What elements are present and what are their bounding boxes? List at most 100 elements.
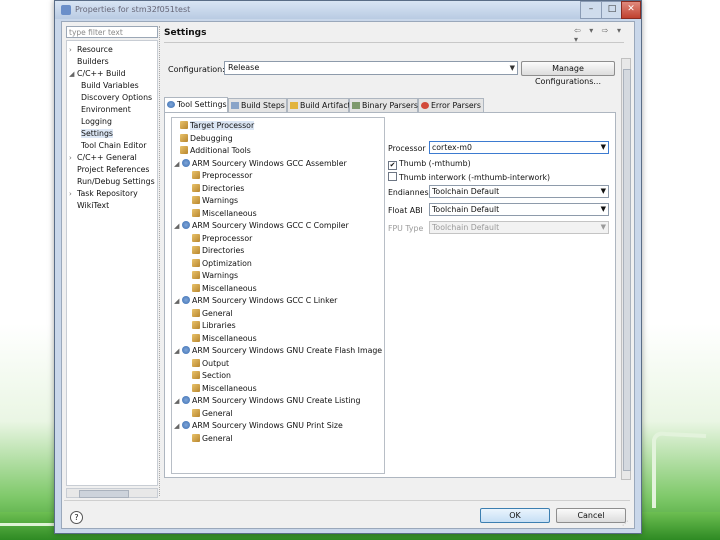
tab-binary-parsers[interactable]: Binary Parsers [349,98,418,112]
settings-leaf-icon [192,283,200,292]
nav-item-builders[interactable]: Builders [69,57,109,66]
ok-button[interactable]: OK [480,508,550,523]
thumb-interwork-checkbox[interactable]: Thumb interwork (-mthumb-interwork) [388,172,550,182]
tree-item-listing-general[interactable]: General [192,408,233,418]
float-abi-select[interactable]: Toolchain Default ▼ [429,203,609,216]
maximize-button[interactable]: □ [601,1,623,19]
cancel-button[interactable]: Cancel [556,508,626,523]
chevron-down-icon: ▼ [600,223,606,231]
settings-leaf-icon [192,171,200,179]
dialog-content: type filter text › Resource Builders ◢ C/C… [61,21,635,529]
configuration-select[interactable]: Release ▼ [224,61,518,75]
collapse-arrow-icon[interactable]: ◢ [174,397,182,405]
collapse-arrow-icon[interactable]: ◢ [174,347,182,355]
panel-divider[interactable] [159,26,163,496]
expand-arrow-icon[interactable]: › [69,190,77,198]
error-parsers-icon [421,102,429,109]
tree-item-debugging[interactable]: Debugging [180,133,233,143]
filter-input[interactable]: type filter text [66,26,158,38]
tree-item-assembler-preprocessor[interactable]: Preprocessor [192,171,252,180]
tool-icon [182,158,190,167]
scrollbar-thumb[interactable] [623,69,631,471]
tree-item-compiler-preprocessor[interactable]: Preprocessor [192,233,252,243]
settings-leaf-icon [192,321,200,329]
page-title: Settings [164,28,207,38]
nav-item-tool-chain-editor[interactable]: Tool Chain Editor [81,141,146,150]
tool-settings-tree: Target Processor Debugging Additional To… [171,117,385,474]
tree-item-create-listing[interactable]: ◢ ARM Sourcery Windows GNU Create Listing [174,396,360,405]
nav-item-wikitext[interactable]: WikiText [69,201,109,210]
tree-item-compiler-warnings[interactable]: Warnings [192,271,238,280]
tree-item-print-size[interactable]: ◢ ARM Sourcery Windows GNU Print Size [174,421,343,430]
nav-item-cpp-build[interactable]: ◢ C/C++ Build [69,69,126,78]
chevron-down-icon: ▼ [600,143,606,151]
processor-select[interactable]: cortex-m0 ▼ [429,141,609,154]
tree-item-compiler-miscellaneous[interactable]: Miscellaneous [192,283,257,293]
endianness-select[interactable]: Toolchain Default ▼ [429,185,609,198]
processor-label: Processor [388,144,426,153]
nav-item-logging[interactable]: Logging [81,117,112,126]
nav-item-settings[interactable]: Settings [81,129,113,138]
tab-tool-settings[interactable]: Tool Settings [164,97,228,112]
nav-item-cpp-general[interactable]: › C/C++ General [69,153,137,162]
close-button[interactable]: ✕ [621,1,641,19]
tree-item-linker-general[interactable]: General [192,308,233,318]
checkbox-checked-icon[interactable]: ✔ [388,161,397,170]
tab-build-artifact[interactable]: Build Artifact [287,98,351,112]
tree-item-additional-tools[interactable]: Additional Tools [180,146,251,155]
tree-item-compiler-optimization[interactable]: Optimization [192,258,252,268]
scrollbar-thumb[interactable] [79,490,129,498]
thumb-checkbox[interactable]: ✔ Thumb (-mthumb) [388,159,471,170]
help-icon[interactable]: ? [70,511,83,524]
tree-item-target-processor[interactable]: Target Processor [180,121,255,130]
collapse-arrow-icon[interactable]: ◢ [174,222,182,230]
nav-item-resource[interactable]: › Resource [69,45,113,54]
tab-build-steps[interactable]: Build Steps [228,98,287,112]
chevron-down-icon: ▼ [509,64,515,72]
tool-icon [182,346,190,354]
tree-item-assembler-miscellaneous[interactable]: Miscellaneous [192,208,257,218]
collapse-arrow-icon[interactable]: ◢ [174,297,182,305]
tree-item-compiler-directories[interactable]: Directories [192,246,244,255]
tree-item-gcc-assembler[interactable]: ◢ ARM Sourcery Windows GCC Assembler [174,158,347,168]
endianness-label: Endianness [388,188,433,197]
float-abi-label: Float ABI [388,206,423,215]
nav-item-build-variables[interactable]: Build Variables [81,81,139,90]
tool-icon [182,221,190,229]
collapse-arrow-icon[interactable]: ◢ [174,422,182,430]
nav-item-environment[interactable]: Environment [81,105,131,114]
expand-arrow-icon[interactable]: › [69,154,77,162]
binary-parsers-icon [352,102,360,109]
tree-item-print-size-general[interactable]: General [192,433,233,443]
tree-item-flash-section[interactable]: Section [192,371,231,380]
nav-item-project-references[interactable]: Project References [69,165,149,174]
build-artifact-icon [290,102,298,109]
tree-item-linker-libraries[interactable]: Libraries [192,321,236,330]
tree-item-assembler-warnings[interactable]: Warnings [192,196,238,205]
collapse-arrow-icon[interactable]: ◢ [174,160,182,168]
tree-item-flash-miscellaneous[interactable]: Miscellaneous [192,383,257,393]
collapse-arrow-icon[interactable]: ◢ [69,70,77,78]
tree-item-flash-output[interactable]: Output [192,358,229,368]
resize-grip-icon[interactable]: ⋰ [622,520,628,527]
tool-settings-icon [167,101,175,108]
minimize-button[interactable]: – [580,1,602,19]
nav-item-task-repository[interactable]: › Task Repository [69,189,138,198]
fpu-type-select: Toolchain Default ▼ [429,221,609,234]
tab-error-parsers[interactable]: Error Parsers [418,98,484,112]
tree-item-gcc-c-linker[interactable]: ◢ ARM Sourcery Windows GCC C Linker [174,296,337,305]
settings-leaf-icon [192,233,200,242]
desktop-hook-graphic [652,431,707,508]
page-vertical-scrollbar[interactable] [621,58,631,480]
tree-item-linker-miscellaneous[interactable]: Miscellaneous [192,333,257,343]
manage-configurations-button[interactable]: Manage Configurations... [521,61,615,86]
checkbox-unchecked-icon[interactable] [388,172,397,181]
dialog-titlebar[interactable]: Properties for stm32f051test – □ ✕ [55,1,641,19]
tree-item-assembler-directories[interactable]: Directories [192,183,244,193]
nav-item-discovery-options[interactable]: Discovery Options [81,93,152,102]
tree-item-gcc-c-compiler[interactable]: ◢ ARM Sourcery Windows GCC C Compiler [174,221,349,230]
nav-item-run-debug-settings[interactable]: Run/Debug Settings [69,177,155,186]
nav-horizontal-scrollbar[interactable] [66,488,158,498]
tree-item-create-flash-image[interactable]: ◢ ARM Sourcery Windows GNU Create Flash I… [174,346,382,355]
expand-arrow-icon[interactable]: › [69,46,77,54]
